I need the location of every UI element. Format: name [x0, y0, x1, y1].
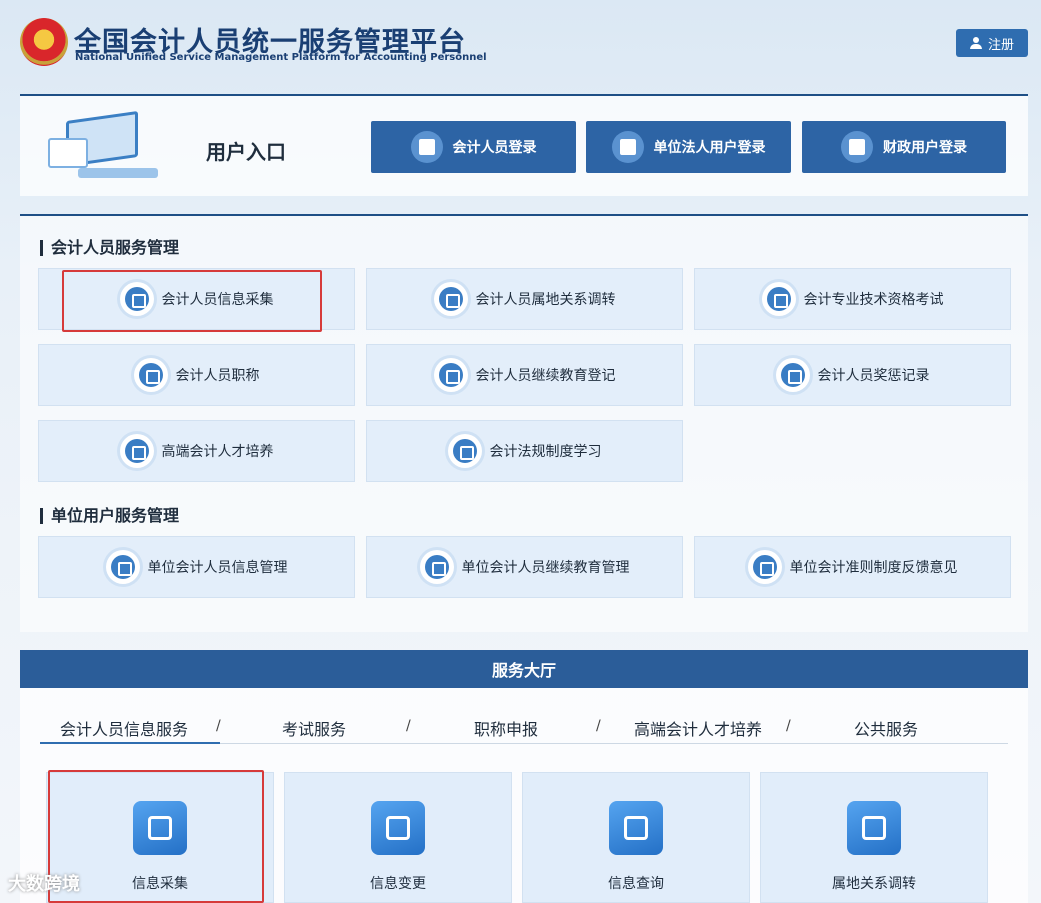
swap-icon	[371, 801, 425, 855]
video-play-icon	[447, 434, 482, 468]
education-search-icon	[419, 550, 454, 584]
tab-exam-service[interactable]: 考试服务	[282, 716, 346, 740]
tab-active-indicator	[40, 742, 220, 744]
tab-separator: /	[596, 718, 601, 734]
login-illustration-icon	[48, 110, 158, 184]
header: 全国会计人员统一服务管理平台 National Unified Service …	[0, 0, 1041, 80]
unit-services-title: 单位用户服务管理	[40, 508, 179, 524]
national-emblem-icon	[20, 18, 68, 66]
highlight-box	[62, 270, 322, 332]
services-panel: 会计人员服务管理 会计人员信息采集 会计人员属地关系调转 会计专业技术资格考试 …	[20, 214, 1028, 632]
watermark: 大数跨境	[8, 874, 80, 895]
user-icon	[410, 131, 443, 163]
highlight-box	[48, 770, 264, 903]
tab-info-service[interactable]: 会计人员信息服务	[60, 716, 188, 740]
service-tile-education[interactable]: 会计人员继续教育登记	[366, 344, 683, 406]
education-search-icon	[433, 358, 468, 392]
drawer-icon	[609, 801, 663, 855]
accountant-services-title: 会计人员服务管理	[40, 240, 179, 256]
site-title-en: National Unified Service Management Plat…	[75, 52, 487, 63]
feedback-icon	[747, 550, 782, 584]
service-tile-exam[interactable]: 会计专业技术资格考试	[694, 268, 1011, 330]
unit-tile-info-management[interactable]: 单位会计人员信息管理	[38, 536, 355, 598]
hall-card-info-query[interactable]: 信息查询	[522, 772, 750, 903]
graduation-cap-icon	[119, 434, 154, 468]
service-hall-bar: 服务大厅	[20, 650, 1028, 688]
service-tile-talent[interactable]: 高端会计人才培养	[38, 420, 355, 482]
info-box-icon	[105, 550, 140, 584]
service-tile-award[interactable]: 会计人员奖惩记录	[694, 344, 1011, 406]
location-user-icon	[433, 282, 468, 316]
award-icon	[775, 358, 810, 392]
finance-login-button[interactable]: 财政用户登录	[802, 121, 1006, 173]
service-tile-transfer[interactable]: 会计人员属地关系调转	[366, 268, 683, 330]
register-button[interactable]: 注册	[956, 29, 1028, 57]
tab-separator: /	[406, 718, 411, 734]
service-hall-panel: 会计人员信息服务 / 考试服务 / 职称申报 / 高端会计人才培养 / 公共服务…	[20, 688, 1028, 903]
tab-separator: /	[216, 718, 221, 734]
unit-tile-education-management[interactable]: 单位会计人员继续教育管理	[366, 536, 683, 598]
accountant-login-button[interactable]: 会计人员登录	[371, 121, 576, 173]
user-entry-panel: 用户入口 会计人员登录 单位法人用户登录 财政用户登录	[20, 94, 1028, 196]
unit-legal-login-button[interactable]: 单位法人用户登录	[586, 121, 791, 173]
user-entry-title: 用户入口	[206, 140, 286, 164]
register-label: 注册	[987, 37, 1014, 53]
building-icon	[611, 131, 644, 163]
tab-public-service[interactable]: 公共服务	[854, 716, 918, 740]
service-tile-regulation[interactable]: 会计法规制度学习	[366, 420, 683, 482]
tab-title-application[interactable]: 职称申报	[474, 716, 538, 740]
exam-icon	[761, 282, 796, 316]
tab-talent-training[interactable]: 高端会计人才培养	[634, 716, 762, 740]
tab-separator: /	[786, 718, 791, 734]
user-icon	[969, 37, 982, 49]
unit-tile-feedback[interactable]: 单位会计准则制度反馈意见	[694, 536, 1011, 598]
location-user-icon	[847, 801, 901, 855]
id-card-icon	[841, 131, 873, 163]
title-doc-icon	[133, 358, 168, 392]
hall-card-info-change[interactable]: 信息变更	[284, 772, 512, 903]
service-tile-title[interactable]: 会计人员职称	[38, 344, 355, 406]
hall-card-transfer[interactable]: 属地关系调转	[760, 772, 988, 903]
